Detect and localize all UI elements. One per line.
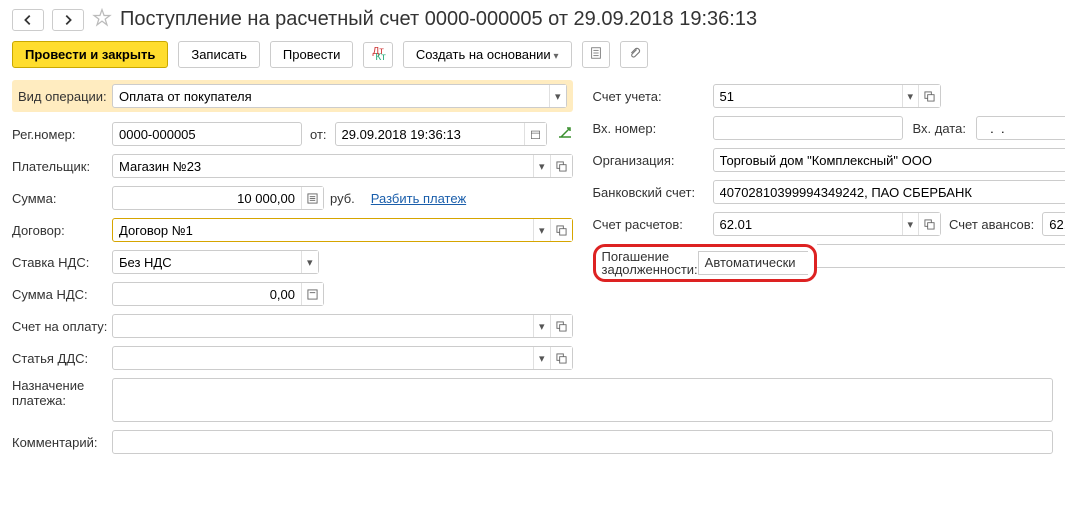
advance-account-label: Счет авансов: (949, 217, 1034, 232)
open-icon (924, 91, 935, 102)
org-label: Организация: (593, 153, 713, 168)
calculator-icon (307, 289, 318, 300)
account-label: Счет учета: (593, 89, 713, 104)
dropdown-button[interactable]: ▾ (902, 85, 919, 107)
vat-rate-label: Ставка НДС: (12, 255, 112, 270)
open-button[interactable] (550, 347, 572, 369)
create-based-on-button[interactable]: Создать на основании (403, 41, 572, 68)
attach-button[interactable] (620, 41, 648, 68)
save-button[interactable]: Записать (178, 41, 260, 68)
purpose-textarea[interactable] (112, 378, 1053, 422)
favorite-star-icon[interactable] (92, 8, 112, 31)
open-icon (556, 225, 567, 236)
operation-type-label: Вид операции: (18, 89, 112, 104)
dropdown-button[interactable]: ▾ (533, 315, 550, 337)
page-title: Поступление на расчетный счет 0000-00000… (120, 8, 757, 31)
advance-account-input[interactable] (1043, 213, 1065, 235)
open-icon (556, 321, 567, 332)
payer-input[interactable] (113, 155, 533, 177)
open-icon (556, 161, 567, 172)
date-input[interactable] (336, 123, 524, 145)
forward-button[interactable] (52, 9, 84, 31)
sum-input[interactable] (113, 187, 301, 209)
vat-sum-label: Сумма НДС: (12, 287, 112, 302)
reg-num-input[interactable] (113, 123, 301, 145)
invoice-label: Счет на оплату: (12, 319, 112, 334)
from-label: от: (310, 127, 327, 142)
in-num-input[interactable] (714, 117, 902, 139)
dropdown-button[interactable]: ▾ (549, 85, 566, 107)
post-and-close-button[interactable]: Провести и закрыть (12, 41, 168, 68)
open-button[interactable] (550, 219, 572, 241)
in-date-input[interactable] (977, 117, 1065, 139)
calculator-icon (307, 193, 318, 204)
open-button[interactable] (550, 155, 572, 177)
account-input[interactable] (714, 85, 902, 107)
back-button[interactable] (12, 9, 44, 31)
calculator-button[interactable] (301, 283, 323, 305)
calendar-icon (530, 129, 541, 140)
settle-account-label: Счет расчетов: (593, 217, 713, 232)
dropdown-button[interactable]: ▾ (533, 155, 550, 177)
comment-input[interactable] (113, 431, 1052, 453)
open-button[interactable] (918, 85, 940, 107)
document-icon (589, 46, 603, 60)
comment-label: Комментарий: (12, 435, 112, 450)
debt-repayment-highlight: Погашение задолженности: Автоматически (593, 244, 817, 282)
calculator-button[interactable] (301, 187, 323, 209)
dt-kt-icon: ДтКт (370, 47, 385, 63)
reg-num-label: Рег.номер: (12, 127, 112, 142)
split-payment-link[interactable]: Разбить платеж (371, 191, 466, 206)
debt-value[interactable]: Автоматически (698, 251, 808, 275)
open-icon (924, 219, 935, 230)
dt-kt-button[interactable]: ДтКт (363, 42, 392, 68)
operation-type-input[interactable] (113, 85, 549, 107)
post-button[interactable]: Провести (270, 41, 354, 68)
settle-account-input[interactable] (714, 213, 902, 235)
calendar-button[interactable] (524, 123, 546, 145)
open-button[interactable] (550, 315, 572, 337)
sum-label: Сумма: (12, 191, 112, 206)
bank-acc-label: Банковский счет: (593, 185, 713, 200)
dropdown-button[interactable]: ▾ (301, 251, 318, 273)
contract-input[interactable] (113, 219, 533, 241)
dropdown-button[interactable]: ▾ (533, 219, 550, 241)
currency-label: руб. (330, 191, 355, 206)
vat-sum-input[interactable] (113, 283, 301, 305)
payer-label: Плательщик: (12, 159, 112, 174)
dds-input[interactable] (113, 347, 533, 369)
in-num-label: Вх. номер: (593, 121, 713, 136)
in-date-label: Вх. дата: (913, 121, 966, 136)
debt-label: Погашение задолженности: (596, 250, 698, 276)
invoice-input[interactable] (113, 315, 533, 337)
dropdown-button[interactable]: ▾ (902, 213, 919, 235)
reports-button[interactable] (582, 41, 610, 68)
contract-label: Договор: (12, 223, 112, 238)
dds-label: Статья ДДС: (12, 351, 112, 366)
dropdown-button[interactable]: ▾ (533, 347, 550, 369)
purpose-label: Назначение платежа: (12, 378, 112, 408)
org-input[interactable] (714, 149, 1065, 171)
bank-acc-input[interactable] (714, 181, 1065, 203)
open-button[interactable] (918, 213, 940, 235)
status-ok-icon (557, 125, 573, 144)
vat-rate-input[interactable] (113, 251, 301, 273)
paperclip-icon (627, 46, 641, 60)
open-icon (556, 353, 567, 364)
